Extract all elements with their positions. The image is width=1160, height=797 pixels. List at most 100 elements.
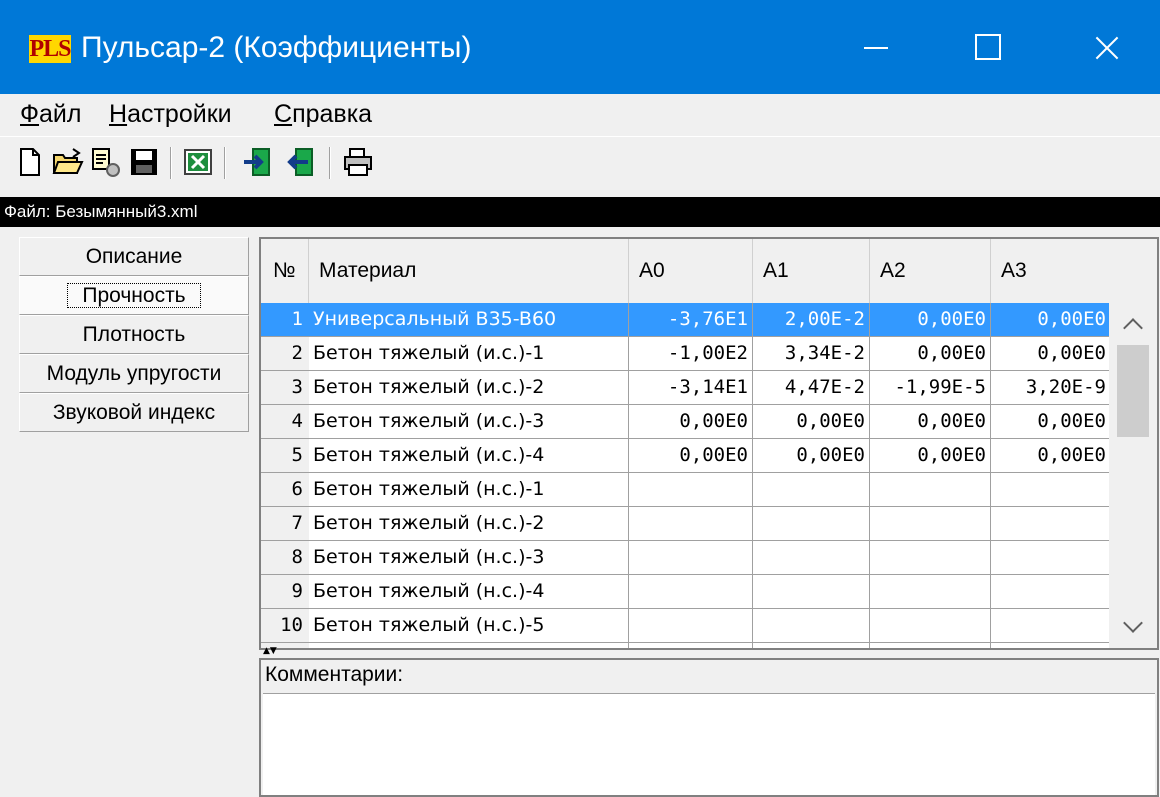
tab-description[interactable]: Описание: [19, 237, 249, 276]
cell-material[interactable]: Бетон тяжелый (н.с.)-3: [309, 541, 629, 575]
cell-a3[interactable]: [991, 609, 1111, 643]
cell-a2[interactable]: 0,00E0: [870, 337, 991, 371]
cell-a2[interactable]: [870, 507, 991, 541]
cell-a2[interactable]: 0,00E0: [870, 643, 991, 648]
cell-a2[interactable]: 0,00E0: [870, 439, 991, 473]
cell-material[interactable]: Бетон тяжелый (и.с.)-3: [309, 405, 629, 439]
cell-number[interactable]: 2: [261, 337, 309, 371]
cell-a3[interactable]: [991, 541, 1111, 575]
cell-material[interactable]: Бетон тяжелый (и.с.)-4: [309, 439, 629, 473]
menu-help[interactable]: Справка: [274, 100, 372, 129]
vertical-scrollbar[interactable]: [1109, 303, 1157, 648]
cell-material[interactable]: Бетон тяжелый (и.с.)-2: [309, 371, 629, 405]
column-header-a3[interactable]: A3: [991, 239, 1111, 303]
cell-a2[interactable]: 0,00E0: [870, 303, 991, 337]
table-row[interactable]: 10 Бетон тяжелый (н.с.)-5: [261, 609, 1111, 643]
cell-a2[interactable]: 0,00E0: [870, 405, 991, 439]
open-settings-icon[interactable]: [89, 145, 123, 179]
excel-icon[interactable]: [181, 145, 215, 179]
cell-a3[interactable]: 0,00E0: [991, 643, 1111, 648]
table-row[interactable]: 11Универсальный B7.5-B35-2,73E11,60E-20,…: [261, 643, 1111, 648]
scroll-down-icon[interactable]: [1109, 606, 1157, 648]
cell-a1[interactable]: 0,00E0: [753, 405, 870, 439]
comments-textarea[interactable]: [263, 693, 1155, 795]
new-file-icon[interactable]: [13, 145, 47, 179]
cell-material[interactable]: Бетон тяжелый (н.с.)-1: [309, 473, 629, 507]
cell-a1[interactable]: 2,00E-2: [753, 303, 870, 337]
cell-a3[interactable]: 0,00E0: [991, 303, 1111, 337]
column-header-number[interactable]: №: [261, 239, 309, 303]
cell-number[interactable]: 7: [261, 507, 309, 541]
cell-a0[interactable]: -2,73E1: [629, 643, 753, 648]
cell-number[interactable]: 6: [261, 473, 309, 507]
print-icon[interactable]: [341, 145, 375, 179]
cell-a1[interactable]: [753, 541, 870, 575]
column-header-a1[interactable]: A1: [753, 239, 870, 303]
cell-material[interactable]: Бетон тяжелый (н.с.)-2: [309, 507, 629, 541]
open-folder-icon[interactable]: [51, 145, 85, 179]
table-row[interactable]: 5 Бетон тяжелый (и.с.)-4 0,00E0 0,00E0 0,00E…: [261, 439, 1111, 473]
cell-number[interactable]: 3: [261, 371, 309, 405]
menu-file[interactable]: Файл: [20, 100, 81, 129]
table-row[interactable]: 2 Бетон тяжелый (и.с.)-1 -1,00E2 3,34E-2 0,0…: [261, 337, 1111, 371]
cell-a1[interactable]: [753, 473, 870, 507]
cell-material[interactable]: Универсальный B35-B60: [309, 303, 629, 337]
cell-a1[interactable]: 1,60E-2: [753, 643, 870, 648]
table-row[interactable]: 9 Бетон тяжелый (н.с.)-4: [261, 575, 1111, 609]
cell-material[interactable]: Бетон тяжелый (н.с.)-4: [309, 575, 629, 609]
cell-a2[interactable]: [870, 575, 991, 609]
table-row[interactable]: 6 Бетон тяжелый (н.с.)-1: [261, 473, 1111, 507]
cell-a1[interactable]: 4,47E-2: [753, 371, 870, 405]
minimize-button[interactable]: [820, 0, 930, 94]
cell-a0[interactable]: [629, 507, 753, 541]
table-row[interactable]: 3 Бетон тяжелый (и.с.)-2 -3,14E1 4,47E-2 -1,…: [261, 371, 1111, 405]
cell-a3[interactable]: 0,00E0: [991, 439, 1111, 473]
column-header-a2[interactable]: A2: [870, 239, 991, 303]
tab-sound-index[interactable]: Звуковой индекс: [19, 393, 249, 432]
save-icon[interactable]: [127, 145, 161, 179]
cell-a2[interactable]: [870, 609, 991, 643]
cell-a3[interactable]: [991, 507, 1111, 541]
cell-a0[interactable]: [629, 575, 753, 609]
tab-density[interactable]: Плотность: [19, 315, 249, 354]
cell-a3[interactable]: 0,00E0: [991, 337, 1111, 371]
cell-number[interactable]: 8: [261, 541, 309, 575]
maximize-button[interactable]: [930, 0, 1040, 94]
cell-number[interactable]: 10: [261, 609, 309, 643]
close-button[interactable]: [1050, 0, 1160, 94]
cell-a0[interactable]: [629, 473, 753, 507]
cell-a0[interactable]: [629, 541, 753, 575]
cell-a2[interactable]: -1,99E-5: [870, 371, 991, 405]
splitter[interactable]: ▲▼: [259, 647, 1159, 658]
scroll-up-icon[interactable]: [1109, 303, 1157, 345]
cell-material[interactable]: Бетон тяжелый (н.с.)-5: [309, 609, 629, 643]
cell-a3[interactable]: 0,00E0: [991, 405, 1111, 439]
cell-a3[interactable]: [991, 575, 1111, 609]
table-row[interactable]: 7 Бетон тяжелый (н.с.)-2: [261, 507, 1111, 541]
cell-a2[interactable]: [870, 473, 991, 507]
cell-number[interactable]: 5: [261, 439, 309, 473]
cell-number[interactable]: 9: [261, 575, 309, 609]
cell-a1[interactable]: [753, 575, 870, 609]
menu-settings[interactable]: Настройки: [109, 100, 232, 129]
cell-a1[interactable]: 3,34E-2: [753, 337, 870, 371]
import-icon[interactable]: [241, 145, 275, 179]
cell-a1[interactable]: [753, 507, 870, 541]
table-row[interactable]: 8 Бетон тяжелый (н.с.)-3: [261, 541, 1111, 575]
cell-a0[interactable]: -1,00E2: [629, 337, 753, 371]
cell-number[interactable]: 1: [261, 303, 309, 337]
cell-a0[interactable]: -3,14E1: [629, 371, 753, 405]
tab-elastic-modulus[interactable]: Модуль упругости: [19, 354, 249, 393]
export-icon[interactable]: [286, 145, 320, 179]
cell-a0[interactable]: -3,76E1: [629, 303, 753, 337]
column-header-material[interactable]: Материал: [309, 239, 629, 303]
cell-a0[interactable]: 0,00E0: [629, 439, 753, 473]
cell-a0[interactable]: [629, 609, 753, 643]
cell-a3[interactable]: 3,20E-9: [991, 371, 1111, 405]
table-row[interactable]: 1 Универсальный B35-B60 -3,76E1 2,00E-2 0,00…: [261, 303, 1111, 337]
cell-a3[interactable]: [991, 473, 1111, 507]
cell-number[interactable]: 4: [261, 405, 309, 439]
cell-a1[interactable]: [753, 609, 870, 643]
table-row[interactable]: 4 Бетон тяжелый (и.с.)-3 0,00E0 0,00E0 0,00E…: [261, 405, 1111, 439]
cell-a1[interactable]: 0,00E0: [753, 439, 870, 473]
